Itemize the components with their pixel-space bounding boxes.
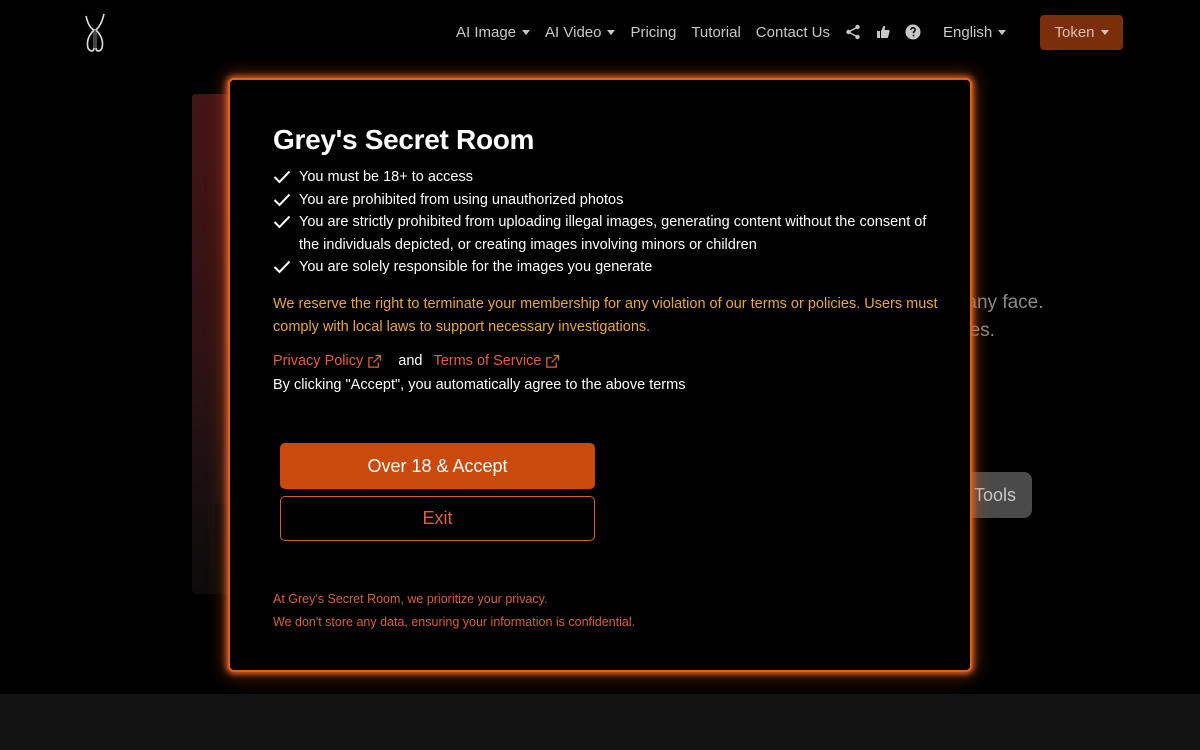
check-icon <box>273 211 291 233</box>
check-icon <box>273 256 291 278</box>
help-icon[interactable] <box>905 24 921 40</box>
rule-item: You are strictly prohibited from uploadi… <box>273 211 933 256</box>
nav-ai-video[interactable]: AI Video <box>545 23 616 41</box>
token-label: Token <box>1054 24 1095 41</box>
nav-ai-image[interactable]: AI Image <box>456 23 531 41</box>
modal-title: Grey's Secret Room <box>273 124 535 155</box>
thumbs-up-icon[interactable] <box>875 24 891 40</box>
privacy-line-2: We don't store any data, ensuring your i… <box>273 615 636 629</box>
hero-tools-label: Tools <box>973 484 1016 505</box>
rules-list: You must be 18+ to access You are prohib… <box>273 166 933 279</box>
token-button[interactable]: Token <box>1040 15 1123 50</box>
language-select[interactable]: English <box>943 23 1007 41</box>
check-icon <box>273 189 291 211</box>
external-link-icon <box>368 354 382 368</box>
rule-item: You are prohibited from using unauthoriz… <box>273 189 933 212</box>
terms-of-service-link[interactable]: Terms of Service <box>433 353 560 369</box>
rule-item: You must be 18+ to access <box>273 166 933 189</box>
chevron-down-icon <box>1100 30 1109 35</box>
privacy-policy-link[interactable]: Privacy Policy <box>273 353 382 369</box>
privacy-notice: At Grey's Secret Room, we prioritize you… <box>273 588 635 634</box>
exit-button[interactable]: Exit <box>280 496 595 541</box>
chevron-down-icon <box>607 29 616 35</box>
language-label: English <box>943 23 993 41</box>
rule-item: You are solely responsible for the image… <box>273 256 933 279</box>
nav-contact-us[interactable]: Contact Us <box>756 24 830 41</box>
age-verification-modal: Grey's Secret Room You must be 18+ to ac… <box>228 78 972 672</box>
external-link-icon <box>546 354 560 368</box>
logo-icon[interactable] <box>80 12 110 54</box>
accept-button[interactable]: Over 18 & Accept <box>280 443 595 489</box>
rule-text: You are prohibited from using unauthoriz… <box>299 191 624 208</box>
and-text: and <box>398 353 423 369</box>
privacy-policy-label: Privacy Policy <box>273 353 364 369</box>
nav-ai-image-label: AI Image <box>456 23 517 41</box>
policy-links: Privacy Policy and Terms of Service <box>273 353 560 369</box>
agree-notice: By clicking "Accept", you automatically … <box>273 377 686 393</box>
rule-text: You are strictly prohibited from uploadi… <box>299 214 927 253</box>
chevron-down-icon <box>998 29 1007 35</box>
footer-band <box>0 694 1200 750</box>
terms-of-service-label: Terms of Service <box>433 353 542 369</box>
navbar: AI Image AI Video Pricing Tutorial Conta… <box>0 0 1200 64</box>
rule-text: You must be 18+ to access <box>299 169 473 185</box>
nav-pricing[interactable]: Pricing <box>630 24 676 41</box>
nav-ai-video-label: AI Video <box>545 23 602 41</box>
termination-warning: We reserve the right to terminate your m… <box>273 296 938 335</box>
share-icon[interactable] <box>845 24 861 40</box>
nav-tutorial[interactable]: Tutorial <box>691 24 740 41</box>
check-icon <box>273 166 291 188</box>
nav-links: AI Image AI Video Pricing Tutorial Conta… <box>456 0 1007 64</box>
chevron-down-icon <box>522 29 531 35</box>
privacy-line-1: At Grey's Secret Room, we prioritize you… <box>273 592 548 606</box>
rule-text: You are solely responsible for the image… <box>299 259 653 275</box>
